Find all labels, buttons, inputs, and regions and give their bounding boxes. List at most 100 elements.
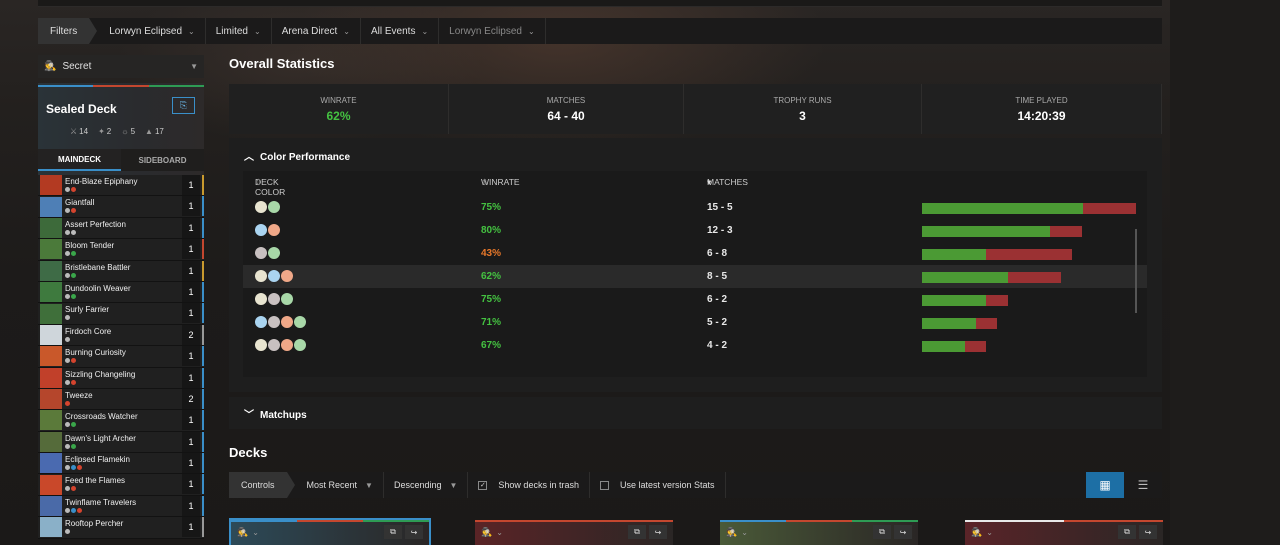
rarity-stripe <box>202 367 204 388</box>
visibility-select[interactable]: 🕵 Secret ▼ <box>38 55 204 78</box>
tab-sideboard[interactable]: SIDEBOARD <box>121 149 204 171</box>
losses-segment <box>986 295 1008 306</box>
scrollbar[interactable] <box>1135 229 1137 313</box>
winloss-bar <box>922 203 1136 214</box>
chevron-down-icon[interactable]: ⌄ <box>986 528 993 537</box>
right-gutter <box>1170 0 1280 545</box>
order-select[interactable]: Descending ▼ <box>384 472 469 498</box>
deck-color-bar <box>231 520 429 522</box>
card-row[interactable]: Assert Perfection 1 <box>38 217 204 240</box>
share-icon[interactable]: ↪ <box>894 525 912 539</box>
table-header: DECK COLOR ⇕ WINRATE ⇕ MATCHES ▾ <box>255 177 748 197</box>
card-row[interactable]: Rooftop Percher 1 <box>38 517 204 539</box>
color-performance-toggle[interactable]: ︿ Color Performance <box>244 148 350 163</box>
card-name: Sizzling Changeling <box>65 369 136 379</box>
card-row[interactable]: Eclipsed Flamekin 1 <box>38 453 204 475</box>
sort-select[interactable]: Most Recent ▼ <box>287 472 384 498</box>
card-quantity: 1 <box>182 175 200 195</box>
color-performance-table: DECK COLOR ⇕ WINRATE ⇕ MATCHES ▾ 75% 15 -… <box>243 171 1147 377</box>
card-art <box>40 496 62 517</box>
land-icon: ▲ <box>145 127 153 136</box>
deck-card[interactable]: 🕵 ⌄ ⧉ ↪ <box>965 520 1163 545</box>
chevron-down-icon[interactable]: ⌄ <box>741 528 748 537</box>
chevron-down-icon[interactable]: ⌄ <box>252 528 259 537</box>
incognito-icon: 🕵 <box>481 526 493 537</box>
mana-cost <box>65 187 76 192</box>
winloss-bar <box>922 226 1083 237</box>
deck-card[interactable]: 🕵 ⌄ ⧉ ↪ <box>229 518 431 545</box>
filter-dropdown[interactable]: Lorwyn Eclipsed ⌄ <box>439 18 546 44</box>
export-deck-button[interactable]: ⎘ <box>172 97 195 114</box>
rarity-stripe <box>202 303 204 324</box>
share-icon[interactable]: ↪ <box>649 525 667 539</box>
winloss-bar <box>922 249 1072 260</box>
sort-desc-icon: ▾ <box>707 177 712 187</box>
copy-icon[interactable]: ⧉ <box>873 525 891 539</box>
table-row[interactable]: 62% 8 - 5 <box>243 265 1147 288</box>
card-row[interactable]: Bloom Tender 1 <box>38 239 204 261</box>
share-icon[interactable]: ↪ <box>405 525 423 539</box>
card-name: Bristlebane Battler <box>65 262 131 272</box>
table-row[interactable]: 75% 6 - 2 <box>243 288 1147 311</box>
chevron-down-icon[interactable]: ⌄ <box>496 528 503 537</box>
card-row[interactable]: End-Blaze Epiphany 1 <box>38 175 204 197</box>
card-row[interactable]: Tweeze 2 <box>38 388 204 411</box>
table-row[interactable]: 80% 12 - 3 <box>243 219 1147 242</box>
card-row[interactable]: Giantfall 1 <box>38 196 204 218</box>
copy-icon[interactable]: ⧉ <box>628 525 646 539</box>
filter-dropdown[interactable]: All Events ⌄ <box>361 18 440 44</box>
losses-segment <box>1050 226 1083 237</box>
tab-maindeck[interactable]: MAINDECK <box>38 149 121 171</box>
card-art <box>40 324 62 345</box>
deck-color-cell <box>255 316 306 328</box>
list-icon: ☰ <box>1137 478 1149 492</box>
card-art <box>40 474 62 495</box>
card-name: Bloom Tender <box>65 241 115 251</box>
table-row[interactable]: 43% 6 - 8 <box>243 242 1147 265</box>
card-art <box>40 260 62 281</box>
filter-dropdown[interactable]: Arena Direct ⌄ <box>272 18 361 44</box>
card-row[interactable]: Sizzling Changeling 1 <box>38 367 204 389</box>
card-name: Feed the Flames <box>65 476 126 486</box>
stat-label: TROPHY RUNS <box>773 95 832 105</box>
card-row[interactable]: Crossroads Watcher 1 <box>38 410 204 432</box>
chevron-down-icon: ⌄ <box>343 26 350 36</box>
controls-label: Controls <box>229 472 294 498</box>
grid-view-button[interactable]: ▦ <box>1086 472 1124 498</box>
winloss-bar <box>922 318 997 329</box>
card-row[interactable]: Surly Farrier 1 <box>38 303 204 325</box>
share-icon[interactable]: ↪ <box>1139 525 1157 539</box>
latest-version-checkbox[interactable]: Use latest version Stats <box>590 472 726 498</box>
mana-cost <box>65 422 76 428</box>
stat-value: 64 - 40 <box>547 108 585 123</box>
table-row[interactable]: 71% 5 - 2 <box>243 311 1147 334</box>
rarity-stripe <box>202 517 204 538</box>
card-quantity: 2 <box>182 324 200 345</box>
card-row[interactable]: Bristlebane Battler 1 <box>38 260 204 282</box>
deck-card[interactable]: 🕵 ⌄ ⧉ ↪ <box>475 520 673 545</box>
winloss-bar <box>922 272 1062 283</box>
show-trash-checkbox[interactable]: ✓ Show decks in trash <box>468 472 590 498</box>
losses-segment <box>986 249 1072 260</box>
card-row[interactable]: Twinflame Travelers 1 <box>38 495 204 518</box>
stat-tile: MATCHES 64 - 40 <box>449 84 684 134</box>
card-row[interactable]: Dundoolin Weaver 1 <box>38 281 204 304</box>
mana-cost <box>65 529 70 535</box>
matchups-toggle[interactable]: ﹀ Matchups <box>244 406 307 421</box>
filters-bar: Filters Lorwyn Eclipsed ⌄ Limited ⌄ Arena Di… <box>38 18 1162 44</box>
card-quantity: 1 <box>182 281 200 302</box>
table-row[interactable]: 67% 4 - 2 <box>243 334 1147 357</box>
table-row[interactable]: 75% 15 - 5 <box>243 196 1147 219</box>
deck-card[interactable]: 🕵 ⌄ ⧉ ↪ <box>720 520 918 545</box>
copy-icon[interactable]: ⧉ <box>1118 525 1136 539</box>
card-row[interactable]: Firdoch Core 2 <box>38 324 204 347</box>
card-row[interactable]: Burning Curiosity 1 <box>38 346 204 368</box>
overall-statistics-title: Overall Statistics <box>229 56 335 71</box>
filter-dropdown[interactable]: Limited ⌄ <box>206 18 272 44</box>
copy-icon[interactable]: ⧉ <box>384 525 402 539</box>
list-view-button[interactable]: ☰ <box>1124 472 1162 498</box>
green-mana-icon <box>294 339 306 351</box>
filter-dropdown[interactable]: Lorwyn Eclipsed ⌄ <box>89 18 206 44</box>
card-row[interactable]: Dawn's Light Archer 1 <box>38 431 204 454</box>
card-row[interactable]: Feed the Flames 1 <box>38 474 204 496</box>
